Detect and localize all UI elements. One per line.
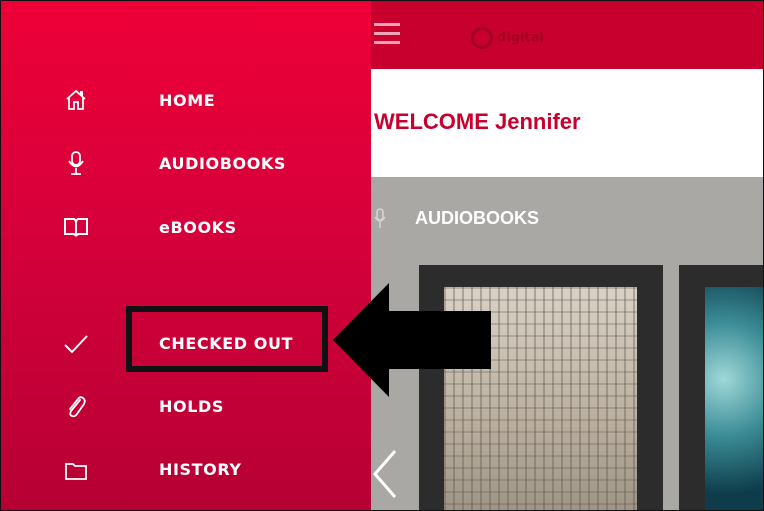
sidebar-item-home[interactable]: HOME xyxy=(1,81,371,121)
open-book-icon xyxy=(64,218,88,237)
sidebar-item-label: HOLDS xyxy=(159,397,224,416)
sidebar-item-holds[interactable]: HOLDS xyxy=(1,387,371,427)
section-title-audiobooks: AUDIOBOOKS xyxy=(415,208,540,228)
pointer-arrow-icon xyxy=(333,283,491,397)
sidebar-item-label: AUDIOBOOKS xyxy=(159,154,287,173)
logo-text: digital xyxy=(497,30,544,46)
sidebar-item-history[interactable]: HISTORY xyxy=(1,450,371,490)
folder-icon xyxy=(65,463,87,480)
microphone-icon xyxy=(68,151,84,175)
screenshot-frame: digital WELCOME Jennifer AUDIOBOOKS HOME xyxy=(0,0,764,511)
app-header xyxy=(371,1,763,69)
logo-mark-icon xyxy=(471,27,493,49)
carousel-prev-icon[interactable] xyxy=(371,449,399,499)
sidebar-item-audiobooks[interactable]: AUDIOBOOKS xyxy=(1,143,371,183)
sidebar-item-label: HOME xyxy=(159,91,216,110)
hamburger-menu-icon[interactable] xyxy=(374,23,400,45)
sidebar-item-label: HISTORY xyxy=(159,460,242,479)
paperclip-icon xyxy=(69,396,86,418)
sidebar-item-ebooks[interactable]: eBOOKS xyxy=(1,206,371,246)
home-icon xyxy=(66,89,86,110)
highlight-box xyxy=(126,306,328,372)
microphone-icon xyxy=(374,208,386,228)
sidebar-menu: HOME AUDIOBOOKS eBOOKS CHECKED OUT HOLDS… xyxy=(1,1,371,510)
sidebar-item-label: eBOOKS xyxy=(159,218,237,237)
audiobook-cover[interactable] xyxy=(705,287,763,510)
app-logo: digital xyxy=(471,27,544,49)
welcome-text: WELCOME Jennifer xyxy=(374,109,581,134)
checkmark-icon xyxy=(64,335,88,354)
